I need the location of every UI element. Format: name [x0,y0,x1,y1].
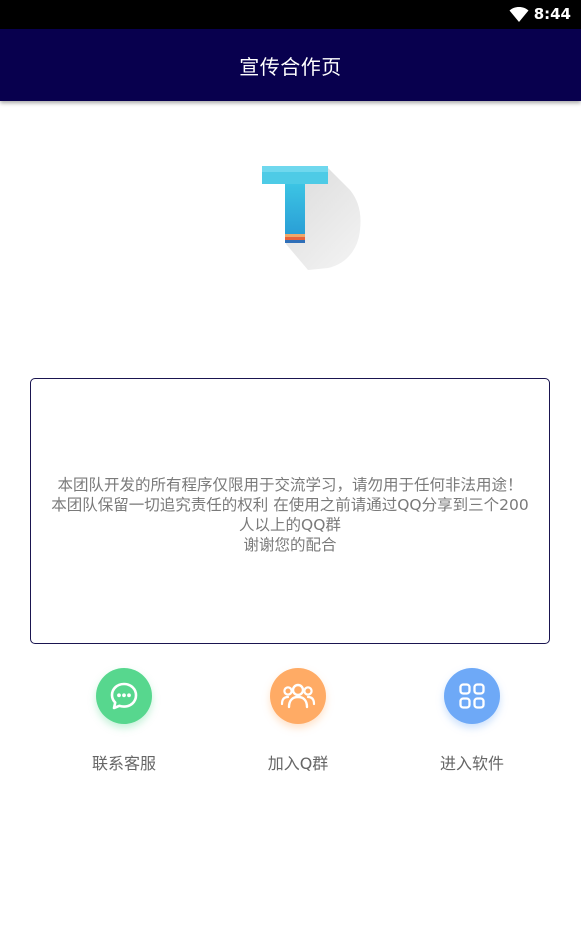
status-bar: 8:44 [0,0,581,29]
wifi-icon [509,7,529,22]
page-title: 宣传合作页 [239,54,342,79]
enter-app-label: 进入软件 [439,754,504,773]
chat-bubble-icon [96,668,152,724]
status-time: 8:44 [533,5,571,23]
enter-app-button[interactable]: 进入软件 [412,668,532,774]
notice-line: 谢谢您的配合 [243,536,337,554]
notice-line: 本团队保留一切追究责任的权利 在使用之前请通过QQ分享到三个200 [51,496,529,514]
notice-box: 本团队开发的所有程序仅限用于交流学习，请勿用于任何非法用途！ 本团队保留一切追究… [30,378,550,644]
app-bar: 宣传合作页 [0,29,581,101]
group-users-icon [270,668,326,724]
join-qq-group-button[interactable]: 加入Q群 [238,668,358,774]
action-bar: 联系客服 加入Q群 进入软件 [0,668,581,778]
t-logo-icon [262,166,361,270]
notice-line: 人以上的QQ群 [239,516,341,534]
contact-service-label: 联系客服 [91,754,156,773]
apps-grid-icon [444,668,500,724]
notice-text: 本团队开发的所有程序仅限用于交流学习，请勿用于任何非法用途！ 本团队保留一切追究… [51,475,528,555]
notice-line: 本团队开发的所有程序仅限用于交流学习，请勿用于任何非法用途！ [57,476,523,494]
contact-service-button[interactable]: 联系客服 [64,668,184,774]
join-qq-group-label: 加入Q群 [267,754,329,773]
